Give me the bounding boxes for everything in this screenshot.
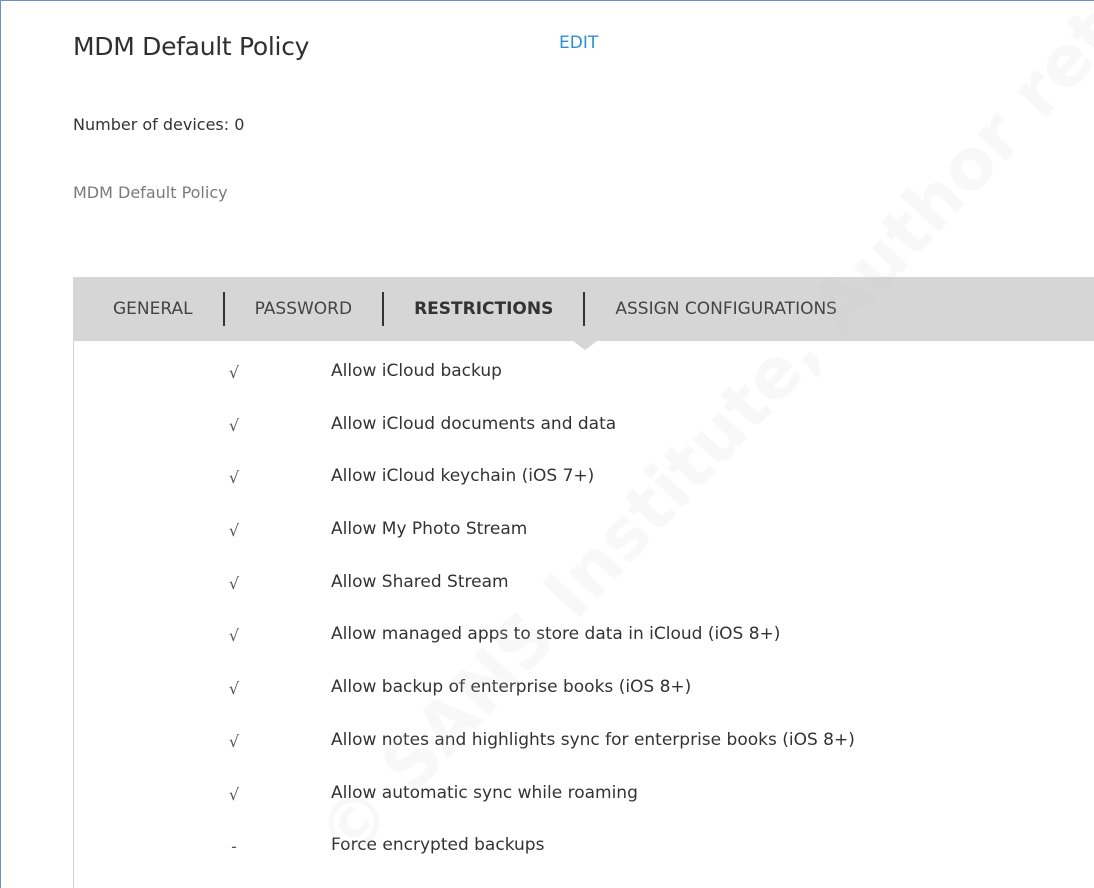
list-item: √ Allow automatic sync while roaming bbox=[74, 779, 1094, 832]
list-item: - Force encrypted backups bbox=[74, 831, 1094, 884]
tab-bar: GENERAL PASSWORD RESTRICTIONS ASSIGN CON… bbox=[73, 277, 1094, 341]
restrictions-list[interactable]: √ Allow iCloud backup √ Allow iCloud docume… bbox=[73, 341, 1094, 888]
page-title: MDM Default Policy bbox=[73, 32, 310, 61]
restriction-label: Allow iCloud keychain (iOS 7+) bbox=[331, 466, 595, 487]
restriction-label: Allow notes and highlights sync for ente… bbox=[331, 729, 855, 750]
tab-general[interactable]: GENERAL bbox=[73, 299, 223, 319]
list-item: √ Allow Shared Stream bbox=[74, 568, 1094, 621]
list-item: √ Allow My Photo Stream bbox=[74, 515, 1094, 568]
restriction-label: Allow iCloud documents and data bbox=[331, 413, 617, 434]
list-item: √ Allow managed apps to store data in iCl… bbox=[74, 620, 1094, 673]
restriction-label: Allow Shared Stream bbox=[331, 571, 509, 592]
checkmark-icon: √ bbox=[228, 679, 240, 699]
checkmark-icon: √ bbox=[228, 415, 240, 435]
list-item: √ Allow iCloud backup bbox=[74, 357, 1094, 410]
dash-icon: - bbox=[231, 837, 237, 857]
tab-password[interactable]: PASSWORD bbox=[225, 299, 382, 319]
restriction-label: Allow My Photo Stream bbox=[331, 519, 528, 540]
tab-assign-configurations[interactable]: ASSIGN CONFIGURATIONS bbox=[585, 299, 867, 319]
tab-restrictions[interactable]: RESTRICTIONS bbox=[384, 299, 583, 319]
checkmark-icon: √ bbox=[228, 731, 240, 751]
policy-description: MDM Default Policy bbox=[73, 183, 228, 202]
restriction-label: Allow iCloud backup bbox=[331, 361, 502, 381]
restriction-label: Allow automatic sync while roaming bbox=[331, 782, 638, 803]
policy-header: MDM Default Policy EDIT bbox=[73, 25, 598, 61]
checkmark-icon: √ bbox=[228, 573, 240, 593]
device-count: Number of devices: 0 bbox=[73, 115, 245, 134]
restriction-label: Allow managed apps to store data in iClo… bbox=[331, 624, 781, 645]
policy-detail-panel: MDM Default Policy EDIT Number of device… bbox=[0, 0, 1094, 888]
checkmark-icon: √ bbox=[228, 626, 240, 646]
checkmark-icon: √ bbox=[228, 784, 240, 804]
checkmark-icon: √ bbox=[228, 521, 240, 541]
list-item: √ Allow iCloud documents and data bbox=[74, 410, 1094, 463]
checkmark-icon: √ bbox=[228, 363, 240, 382]
list-item: √ Allow iCloud keychain (iOS 7+) bbox=[74, 462, 1094, 515]
edit-link[interactable]: EDIT bbox=[559, 33, 598, 53]
restrictions-rows: √ Allow iCloud backup √ Allow iCloud docume… bbox=[74, 357, 1094, 884]
restriction-label: Force encrypted backups bbox=[331, 835, 545, 856]
checkmark-icon: √ bbox=[228, 468, 240, 488]
restriction-label: Allow backup of enterprise books (iOS 8+… bbox=[331, 677, 692, 698]
list-item: √ Allow backup of enterprise books (iOS 8… bbox=[74, 673, 1094, 726]
list-item: √ Allow notes and highlights sync for ent… bbox=[74, 726, 1094, 779]
